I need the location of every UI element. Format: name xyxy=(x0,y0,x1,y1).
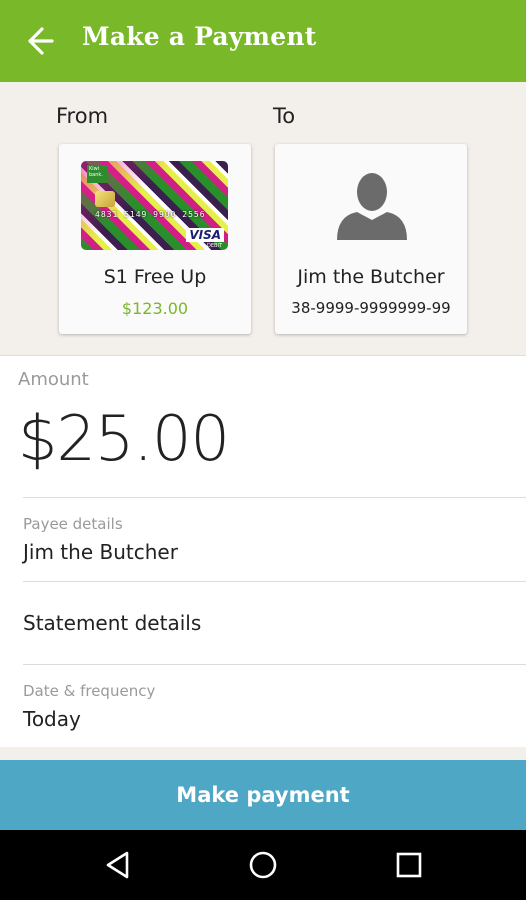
statement-details-value: Statement details xyxy=(23,611,202,635)
payee-details-field[interactable]: Payee details Jim the Butcher xyxy=(0,498,526,581)
from-account-name: S1 Free Up xyxy=(103,266,207,288)
system-nav-bar xyxy=(0,830,526,900)
footer-spacer xyxy=(0,747,526,760)
payee-details-label: Payee details xyxy=(23,515,123,533)
make-payment-button[interactable]: Make payment xyxy=(0,760,526,830)
to-label: To xyxy=(273,104,296,128)
card-brand: VISA xyxy=(186,228,224,242)
back-triangle-icon xyxy=(106,851,129,879)
nav-back-button[interactable] xyxy=(103,850,133,880)
nav-recents-button[interactable] xyxy=(394,850,424,880)
date-frequency-field[interactable]: Date & frequency Today xyxy=(0,665,526,747)
bank-logo: Kiwi bank. xyxy=(87,165,107,183)
from-label: From xyxy=(56,104,109,128)
recents-square-icon xyxy=(396,852,422,878)
amount-input[interactable]: $25.00 xyxy=(18,402,230,475)
arrow-left-icon xyxy=(28,27,54,55)
from-account-balance: $123.00 xyxy=(121,299,189,318)
payee-details-value: Jim the Butcher xyxy=(23,540,178,564)
amount-label: Amount xyxy=(18,369,89,390)
payee-account-number: 38-9999-9999999-99 xyxy=(291,299,451,317)
page-title: Make a Payment xyxy=(82,22,317,51)
card-type: DEBIT xyxy=(207,243,222,249)
person-icon xyxy=(337,173,407,240)
nav-home-button[interactable] xyxy=(248,850,278,880)
card-number: 4831 5149 9900 2556 xyxy=(95,210,206,219)
bank-card-image: Kiwi bank. 4831 5149 9900 2556 VISA DEBI… xyxy=(81,161,228,250)
date-frequency-value: Today xyxy=(23,707,81,731)
to-payee-card[interactable]: Jim the Butcher 38-9999-9999999-99 xyxy=(275,144,467,334)
home-circle-icon xyxy=(249,851,277,879)
app-bar: Make a Payment xyxy=(0,0,526,82)
date-frequency-label: Date & frequency xyxy=(23,682,156,700)
payee-name: Jim the Butcher xyxy=(297,266,445,288)
back-button[interactable] xyxy=(22,23,60,59)
chip-icon xyxy=(95,191,115,207)
statement-details-field[interactable]: Statement details xyxy=(0,582,526,664)
from-account-card[interactable]: Kiwi bank. 4831 5149 9900 2556 VISA DEBI… xyxy=(59,144,251,334)
